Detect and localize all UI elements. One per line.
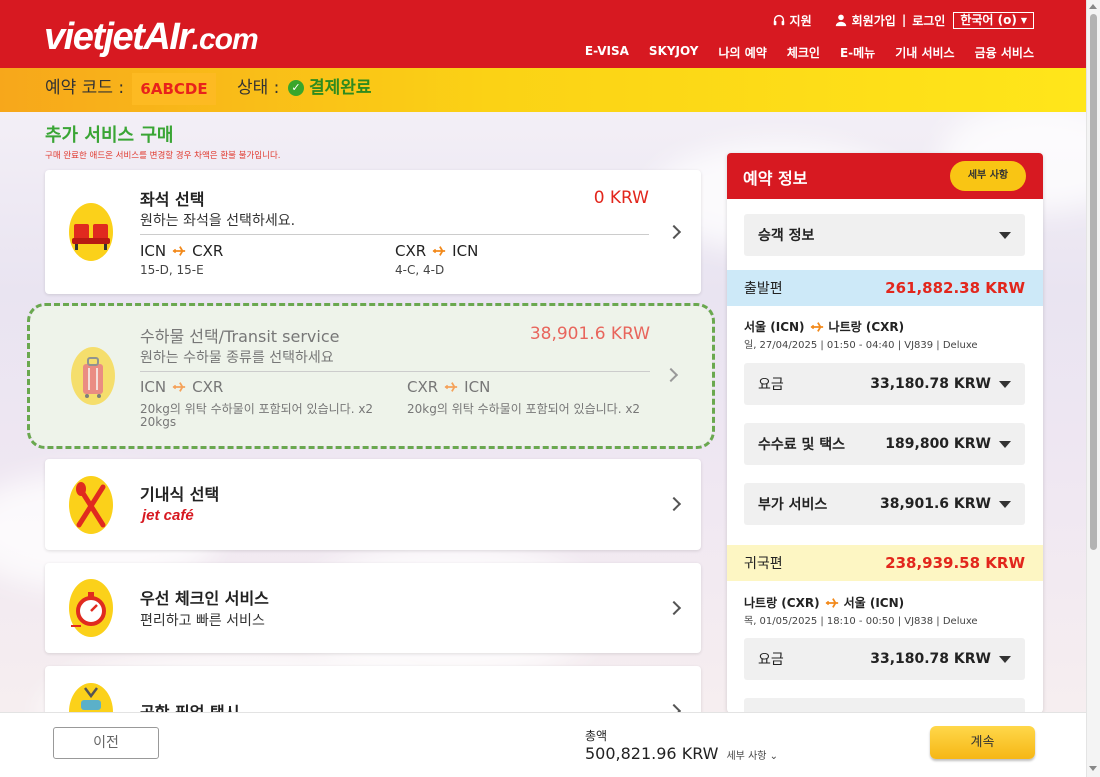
status-label: 상태 : (237, 78, 280, 98)
bottom-action-bar: 이전 총액 500,821.96 KRW 세부 사항 ⌄ 계속 (0, 712, 1086, 777)
seat-icon (69, 203, 113, 261)
seat-price: 0 KRW (593, 188, 649, 208)
return-fare-dropdown[interactable]: 요금 33,180.78 KRW (744, 638, 1025, 680)
site-header: vietjetAIr.com 지원 회원가입 | 로그인 한국어 (o) ▼ E… (0, 0, 1086, 68)
plane-icon (810, 321, 823, 332)
seat-outbound-route: ICN CXR (140, 242, 224, 260)
caret-down-icon (999, 500, 1011, 508)
nav-emenu[interactable]: E-메뉴 (840, 44, 875, 61)
passenger-info-dropdown[interactable]: 승객 정보 (744, 214, 1025, 256)
nav-evisa[interactable]: E-VISA (585, 44, 629, 61)
previous-button[interactable]: 이전 (53, 727, 159, 759)
vietjet-logo[interactable]: vietjetAIr.com (44, 14, 259, 63)
booking-status-bar: 예약 코드 : 6ABCDE 상태 : ✓ 결제완료 (0, 68, 1086, 112)
meal-icon (69, 476, 113, 534)
seat-selection-card[interactable]: 좌석 선택 원하는 좌석을 선택하세요. 0 KRW ICN CXR 15-D,… (45, 170, 701, 294)
return-tax-dropdown[interactable] (744, 698, 1025, 713)
nav-financial-service[interactable]: 금융 서비스 (975, 44, 1034, 61)
outbound-route: 서울 (ICN) 나트랑 (CXR) (744, 320, 905, 334)
caret-down-icon (999, 440, 1011, 448)
booking-code-label: 예약 코드 : (45, 78, 125, 98)
scroll-up-icon[interactable] (1089, 4, 1097, 9)
caret-down-icon (999, 655, 1011, 663)
jet-cafe-logo: jet café (142, 507, 194, 524)
seat-return-route: CXR ICN (395, 242, 479, 260)
outbound-tax-dropdown[interactable]: 수수료 및 택스 189,800 KRW (744, 423, 1025, 465)
user-icon (835, 14, 846, 27)
outbound-summary-header: 출발편 261,882.38 KRW (727, 270, 1043, 306)
language-selector[interactable]: 한국어 (o) ▼ (953, 11, 1034, 29)
nav-skyjoy[interactable]: SKYJOY (649, 44, 699, 61)
summary-title: 예약 정보 (743, 169, 808, 188)
nav-inflight-service[interactable]: 기내 서비스 (895, 44, 954, 61)
booking-summary-panel: 예약 정보 세부 사항 승객 정보 출발편 261,882.38 KRW 서울 … (727, 153, 1043, 713)
main-nav: E-VISA SKYJOY 나의 예약 체크인 E-메뉴 기내 서비스 금융 서… (585, 44, 1034, 61)
signup-link[interactable]: 회원가입 (834, 12, 896, 29)
total-details-toggle[interactable]: 세부 사항 ⌄ (726, 747, 778, 762)
meal-selection-card[interactable]: 기내식 선택 jet café (45, 459, 701, 550)
top-links: 지원 회원가입 | 로그인 한국어 (o) ▼ (772, 10, 1034, 30)
outbound-fare-dropdown[interactable]: 요금 33,180.78 KRW (744, 363, 1025, 405)
summary-header: 예약 정보 세부 사항 (727, 153, 1043, 199)
return-summary-header: 귀국편 238,939.58 KRW (727, 545, 1043, 581)
chevron-right-icon (666, 600, 682, 616)
refund-notice: 구매 완료한 애드온 서비스를 변경할 경우 차액은 환불 불가입니다. (45, 151, 281, 161)
chevron-right-icon (666, 224, 682, 240)
priority-subtitle: 편리하고 빠른 서비스 (140, 613, 265, 629)
caret-down-icon (999, 231, 1011, 239)
priority-checkin-card[interactable]: 우선 체크인 서비스 편리하고 빠른 서비스 (45, 563, 701, 653)
booking-code: 6ABCDE (132, 73, 216, 105)
return-flight-info: 목, 01/05/2025 | 18:10 - 00:50 | VJ838 | … (744, 616, 978, 627)
summary-details-button[interactable]: 세부 사항 (950, 161, 1026, 191)
chevron-right-icon (666, 496, 682, 512)
return-route: 나트랑 (CXR) 서울 (ICN) (744, 596, 905, 610)
outbound-amount: 261,882.38 KRW (885, 279, 1025, 297)
meal-title: 기내식 선택 (140, 485, 220, 504)
divider: | (901, 13, 907, 27)
seat-subtitle: 원하는 좌석을 선택하세요. (140, 213, 296, 229)
chevron-down-icon: ⌄ (769, 751, 779, 762)
caret-down-icon: ▼ (1020, 15, 1027, 25)
seat-title: 좌석 선택 (140, 190, 205, 209)
outbound-flight-info: 일, 27/04/2025 | 01:50 - 04:40 | VJ839 | … (744, 340, 978, 351)
scroll-down-icon[interactable] (1089, 766, 1097, 771)
priority-title: 우선 체크인 서비스 (140, 589, 269, 608)
selected-card-highlight (27, 303, 715, 449)
seat-outbound-seats: 15-D, 15-E (140, 263, 204, 277)
continue-button[interactable]: 계속 (930, 726, 1035, 759)
seat-return-seats: 4-C, 4-D (395, 263, 445, 277)
total-label: 총액 (585, 729, 608, 743)
plane-icon (173, 246, 186, 256)
scrollbar-thumb[interactable] (1090, 14, 1097, 550)
login-link[interactable]: 로그인 (912, 12, 945, 29)
outbound-addon-dropdown[interactable]: 부가 서비스 38,901.6 KRW (744, 483, 1025, 525)
status-badge: ✓ 결제완료 (288, 68, 372, 108)
page-title: 추가 서비스 구매 (45, 125, 174, 146)
return-amount: 238,939.58 KRW (885, 554, 1025, 572)
stopwatch-icon (69, 579, 113, 637)
nav-checkin[interactable]: 체크인 (787, 44, 820, 61)
headset-icon (773, 14, 784, 26)
plane-icon (825, 597, 838, 608)
plane-icon (433, 246, 446, 256)
check-icon: ✓ (288, 80, 304, 96)
nav-my-booking[interactable]: 나의 예약 (718, 44, 766, 61)
total-amount: 500,821.96 KRW 세부 사항 ⌄ (585, 744, 779, 763)
support-link[interactable]: 지원 (772, 12, 812, 29)
caret-down-icon (999, 380, 1011, 388)
